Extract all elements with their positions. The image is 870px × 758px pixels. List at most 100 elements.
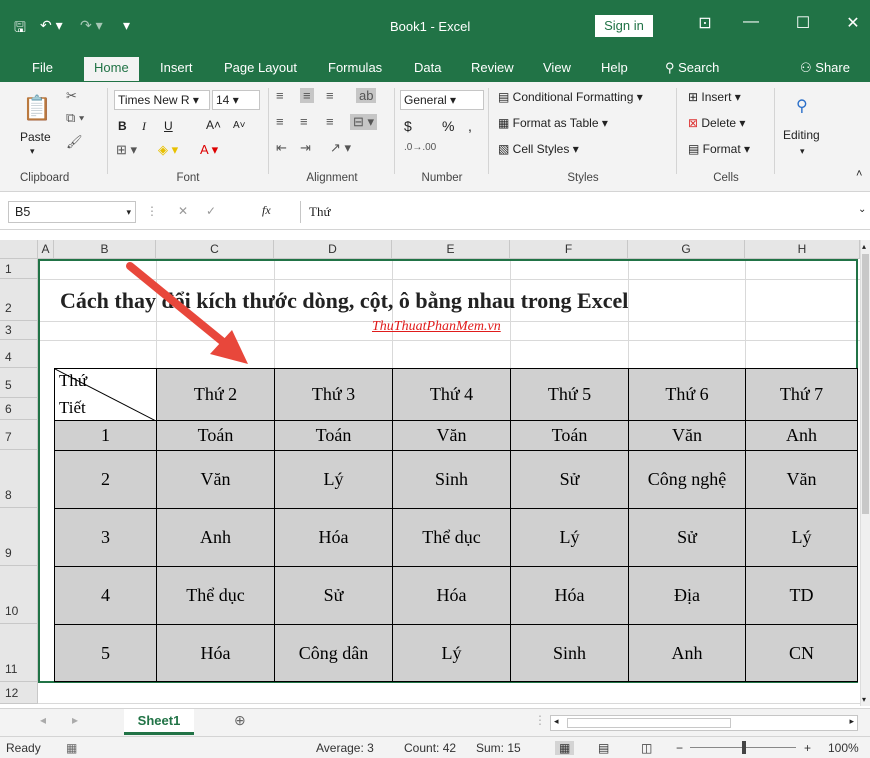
status-average[interactable]: Average: 3: [316, 741, 374, 755]
italic-button[interactable]: I: [142, 119, 146, 134]
enter-icon[interactable]: ✓: [206, 204, 216, 218]
redo-icon[interactable]: ↷ ▾: [80, 17, 103, 34]
comma-button[interactable]: ,: [468, 118, 472, 134]
decrease-indent-icon[interactable]: ⇤: [276, 140, 287, 156]
table-cell[interactable]: Sinh: [392, 450, 511, 509]
save-icon[interactable]: 🖫: [14, 17, 26, 41]
split-handle-icon[interactable]: ⋮: [534, 713, 546, 727]
col-header-g[interactable]: G: [628, 240, 745, 259]
row-header-8[interactable]: 8: [0, 450, 38, 508]
percent-button[interactable]: %: [442, 118, 454, 134]
scroll-up-icon[interactable]: ▴: [862, 242, 866, 251]
orientation-icon[interactable]: ↗ ▾: [330, 140, 351, 156]
table-cell[interactable]: CN: [745, 624, 858, 682]
increase-indent-icon[interactable]: ⇥: [300, 140, 311, 156]
align-center-icon[interactable]: ≡: [300, 114, 308, 129]
fill-color-icon[interactable]: ◈ ▾: [158, 142, 178, 158]
table-cell[interactable]: Hóa: [510, 566, 629, 625]
maximize-button[interactable]: ☐: [788, 13, 818, 33]
align-top-icon[interactable]: ≡: [276, 88, 284, 103]
cancel-icon[interactable]: ✕: [178, 204, 188, 218]
sheet-subtitle[interactable]: ThuThuatPhanMem.vn: [372, 319, 501, 335]
currency-button[interactable]: $: [404, 118, 412, 134]
col-header-a[interactable]: A: [38, 240, 54, 259]
table-cell[interactable]: Lý: [745, 508, 858, 567]
tab-file[interactable]: File: [32, 60, 53, 75]
table-cell[interactable]: Anh: [745, 420, 858, 451]
scroll-left-icon[interactable]: ◂: [554, 716, 559, 727]
increase-decimal-icon[interactable]: .0→.00: [404, 142, 436, 153]
scroll-down-icon[interactable]: ▾: [862, 695, 866, 704]
table-cell[interactable]: 2: [54, 450, 157, 509]
align-middle-icon[interactable]: ≡: [300, 88, 314, 103]
insert-function-button[interactable]: fx: [262, 203, 271, 218]
editing-group[interactable]: ⚲ Editing ▾: [776, 82, 832, 182]
ribbon-display-icon[interactable]: ⊡: [690, 13, 720, 33]
col-header-h[interactable]: H: [745, 240, 860, 259]
col-header-e[interactable]: E: [392, 240, 510, 259]
col-header-f[interactable]: F: [510, 240, 628, 259]
select-all-corner[interactable]: [0, 240, 38, 259]
table-cell[interactable]: Sử: [510, 450, 629, 509]
table-cell[interactable]: Anh: [628, 624, 746, 682]
font-name-combo[interactable]: Times New R ▾: [114, 90, 210, 110]
formula-input[interactable]: Thứ: [300, 201, 860, 223]
worksheet-grid[interactable]: A B C D E F G H 1 2 3 4 5 6 7 8 9 10 11 …: [0, 240, 860, 706]
sheet-tab-sheet1[interactable]: Sheet1: [124, 709, 194, 735]
table-cell[interactable]: Văn: [156, 450, 275, 509]
normal-view-icon[interactable]: ▦: [555, 741, 575, 755]
table-cell[interactable]: Lý: [392, 624, 511, 682]
underline-button[interactable]: U: [164, 119, 173, 133]
col-header-d[interactable]: D: [274, 240, 392, 259]
tab-insert[interactable]: Insert: [160, 60, 193, 75]
row-header-4[interactable]: 4: [0, 340, 38, 368]
table-cell[interactable]: 4: [54, 566, 157, 625]
delete-cells-button[interactable]: ⊠ Delete ▾: [688, 116, 745, 130]
table-cell[interactable]: Toán: [274, 420, 393, 451]
corner-cell[interactable]: Thứ Tiết: [54, 368, 158, 422]
vertical-scrollbar[interactable]: ▴ ▾: [860, 240, 870, 706]
table-cell[interactable]: Công dân: [274, 624, 393, 682]
format-as-table-button[interactable]: ▦ Format as Table ▾: [498, 116, 608, 130]
table-cell[interactable]: Lý: [510, 508, 629, 567]
table-cell[interactable]: TD: [745, 566, 858, 625]
table-cell[interactable]: Anh: [156, 508, 275, 567]
row-header-2[interactable]: 2: [0, 279, 38, 321]
table-cell[interactable]: Hóa: [392, 566, 511, 625]
row-header-1[interactable]: 1: [0, 259, 38, 279]
align-left-icon[interactable]: ≡: [276, 114, 284, 129]
col-header-b[interactable]: B: [54, 240, 156, 259]
bold-button[interactable]: B: [118, 119, 127, 133]
expand-formula-icon[interactable]: ⌄: [858, 204, 866, 215]
cell-styles-button[interactable]: ▧ Cell Styles ▾: [498, 142, 579, 156]
row-header-3[interactable]: 3: [0, 321, 38, 340]
row-header-12[interactable]: 12: [0, 682, 38, 704]
tab-page-layout[interactable]: Page Layout: [224, 60, 297, 75]
align-bottom-icon[interactable]: ≡: [326, 88, 334, 103]
scroll-thumb[interactable]: [862, 254, 869, 514]
header-cell[interactable]: Thứ 2: [156, 368, 275, 421]
close-button[interactable]: ✕: [838, 13, 868, 33]
table-cell[interactable]: Hóa: [156, 624, 275, 682]
header-cell[interactable]: Thứ 6: [628, 368, 746, 421]
format-painter-icon[interactable]: 🖌: [66, 134, 83, 150]
font-size-combo[interactable]: 14 ▾: [212, 90, 260, 110]
table-cell[interactable]: Lý: [274, 450, 393, 509]
borders-icon[interactable]: ⊞ ▾: [116, 142, 137, 158]
row-header-10[interactable]: 10: [0, 566, 38, 624]
font-color-icon[interactable]: A ▾: [200, 142, 218, 158]
row-header-11[interactable]: 11: [0, 624, 38, 682]
table-cell[interactable]: Văn: [745, 450, 858, 509]
scroll-right-icon[interactable]: ▸: [849, 716, 854, 727]
status-count[interactable]: Count: 42: [404, 741, 456, 755]
cut-icon[interactable]: ✂: [66, 88, 77, 104]
wrap-text-icon[interactable]: ab: [356, 88, 377, 103]
table-cell[interactable]: Văn: [628, 420, 746, 451]
customize-toolbar-icon[interactable]: ▾: [123, 17, 130, 34]
align-right-icon[interactable]: ≡: [326, 114, 334, 129]
table-cell[interactable]: Sử: [628, 508, 746, 567]
table-cell[interactable]: 3: [54, 508, 157, 567]
row-header-5[interactable]: 5: [0, 368, 38, 398]
header-cell[interactable]: Thứ 3: [274, 368, 393, 421]
conditional-formatting-button[interactable]: ▤ Conditional Formatting ▾: [498, 90, 643, 104]
